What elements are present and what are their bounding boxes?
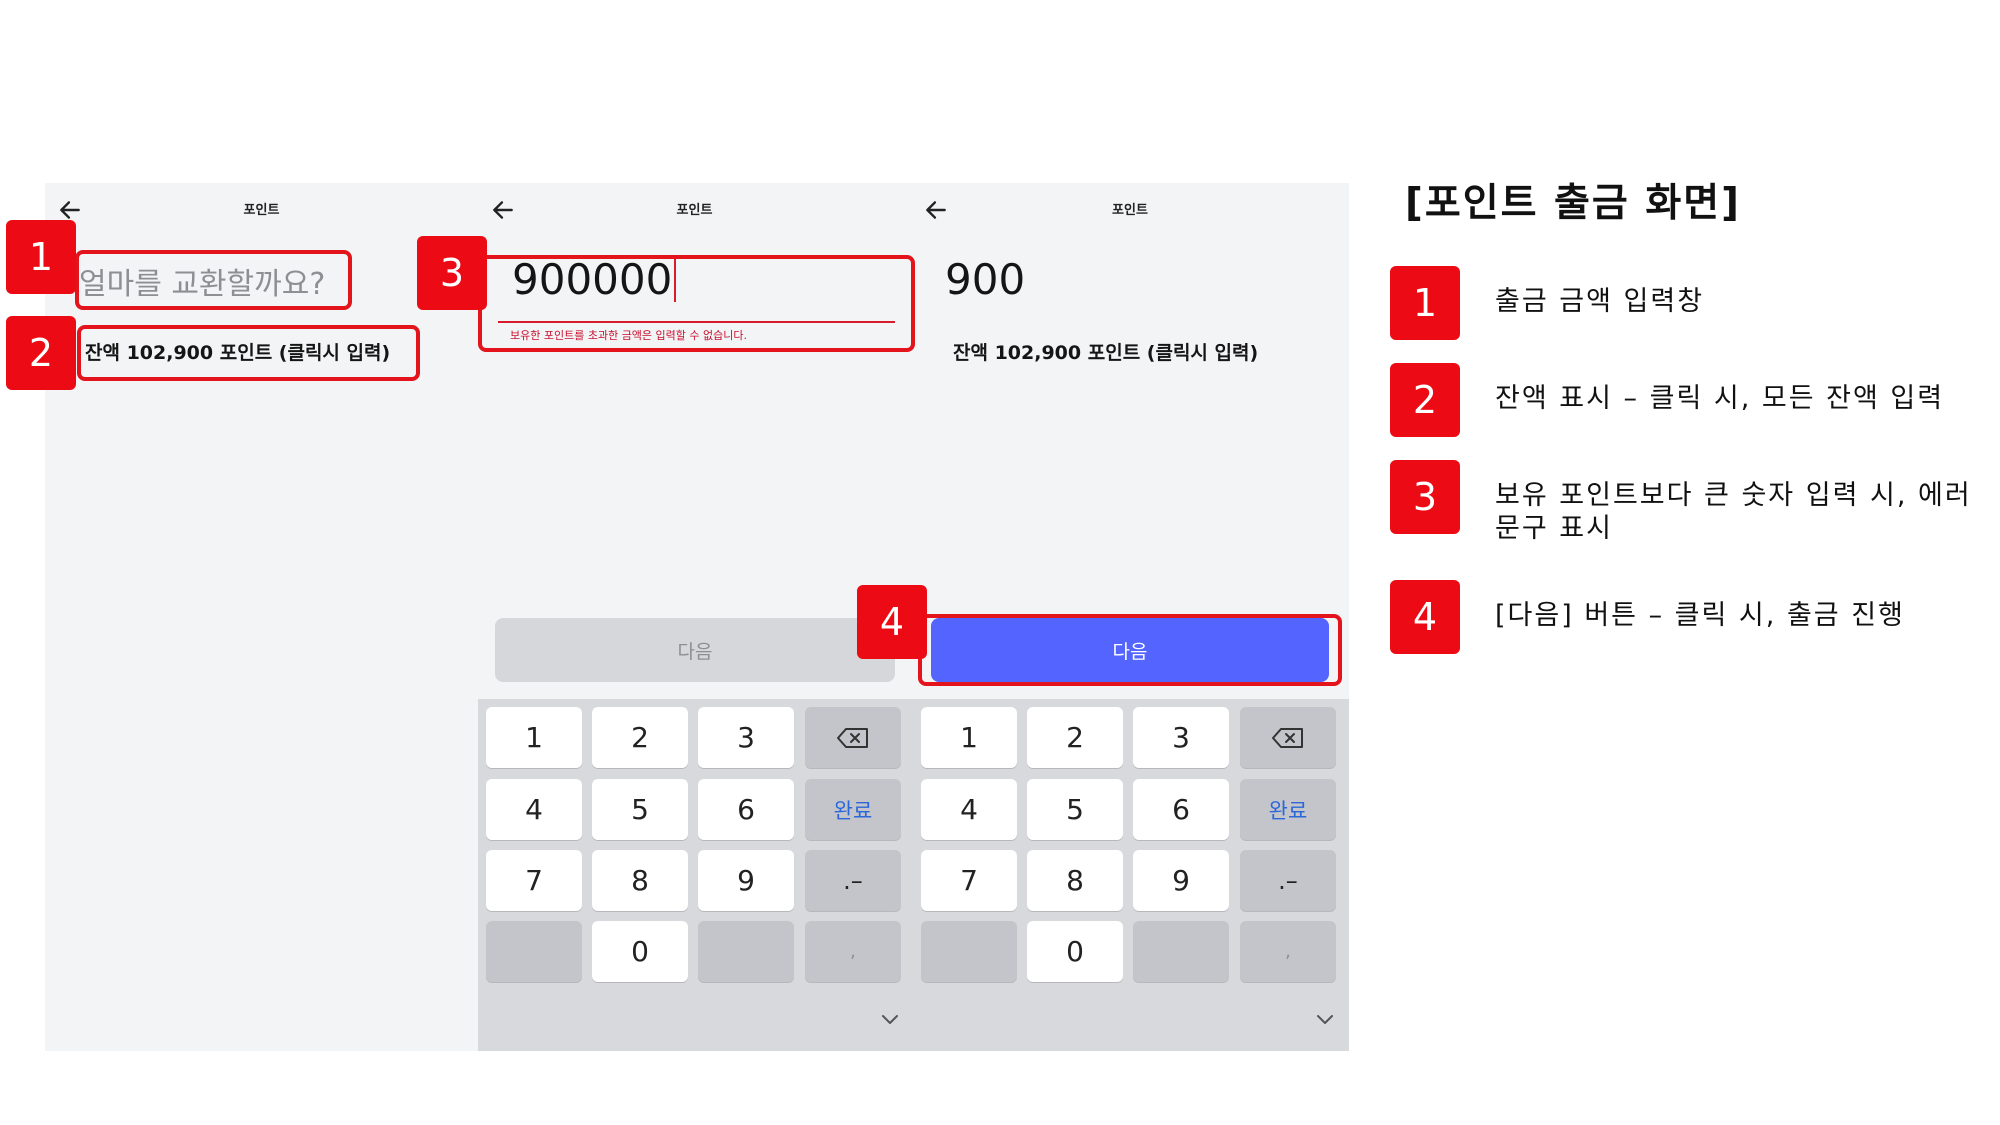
legend-text-4: [다음] 버튼 – 클릭 시, 출금 진행 [1495, 600, 1905, 631]
callout-badge-3: 3 [417, 236, 487, 310]
key-3[interactable]: 3 [698, 707, 794, 768]
key-punctuation[interactable]: .– [1240, 850, 1336, 911]
amount-input[interactable]: 900 [945, 255, 1025, 304]
key-blank [698, 921, 794, 982]
key-comma[interactable]: , [805, 921, 901, 982]
key-6[interactable]: 6 [1133, 779, 1229, 840]
key-4[interactable]: 4 [921, 779, 1017, 840]
balance-link[interactable]: 잔액 102,900 포인트 (클릭시 입력) [953, 338, 1258, 365]
screen-empty-input: 포인트 얼마를 교환할까요? 잔액 102,900 포인트 (클릭시 입력) [45, 183, 478, 1051]
next-button-disabled[interactable]: 다음 [495, 618, 895, 682]
callout-badge-4: 4 [857, 585, 927, 659]
callout-badge-1: 1 [6, 220, 76, 294]
key-1[interactable]: 1 [486, 707, 582, 768]
panel-title: [포인트 출금 화면] [1405, 181, 1741, 226]
legend-text-2: 잔액 표시 – 클릭 시, 모든 잔액 입력 [1495, 383, 1945, 414]
key-blank [921, 921, 1017, 982]
callout-box-next-button [918, 614, 1342, 686]
key-9[interactable]: 9 [698, 850, 794, 911]
page-title: 포인트 [243, 203, 280, 218]
key-backspace[interactable] [1240, 707, 1336, 768]
backspace-icon [1272, 727, 1303, 748]
legend-text-1: 출금 금액 입력창 [1495, 286, 1705, 317]
key-0[interactable]: 0 [592, 921, 688, 982]
legend-text-3: 보유 포인트보다 큰 숫자 입력 시, 에러 문구 표시 [1495, 480, 1972, 544]
callout-box-balance [77, 325, 420, 381]
legend-badge-4: 4 [1390, 580, 1460, 654]
callout-box-error [478, 255, 915, 352]
top-bar: 포인트 [45, 183, 478, 237]
key-6[interactable]: 6 [698, 779, 794, 840]
key-done[interactable]: 완료 [1240, 779, 1336, 840]
key-2[interactable]: 2 [1027, 707, 1123, 768]
key-5[interactable]: 5 [592, 779, 688, 840]
top-bar: 포인트 [911, 183, 1349, 237]
legend-badge-2: 2 [1390, 363, 1460, 437]
page-title: 포인트 [1112, 203, 1148, 218]
callout-badge-2: 2 [6, 316, 76, 390]
chevron-down-icon[interactable] [880, 1013, 900, 1027]
key-5[interactable]: 5 [1027, 779, 1123, 840]
chevron-down-icon[interactable] [1315, 1013, 1335, 1027]
backspace-icon [837, 727, 868, 748]
key-blank [486, 921, 582, 982]
key-0[interactable]: 0 [1027, 921, 1123, 982]
numeric-keyboard: 1 2 3 4 5 6 완료 7 8 9 .– 0 , [478, 699, 911, 1051]
key-3[interactable]: 3 [1133, 707, 1229, 768]
page-title: 포인트 [676, 203, 713, 218]
numeric-keyboard: 1 2 3 4 5 6 완료 7 8 9 .– 0 , [911, 699, 1349, 1051]
key-2[interactable]: 2 [592, 707, 688, 768]
legend-badge-1: 1 [1390, 266, 1460, 340]
legend-badge-3: 3 [1390, 460, 1460, 534]
key-backspace[interactable] [805, 707, 901, 768]
key-comma[interactable]: , [1240, 921, 1336, 982]
key-8[interactable]: 8 [592, 850, 688, 911]
top-bar: 포인트 [478, 183, 911, 237]
key-4[interactable]: 4 [486, 779, 582, 840]
key-punctuation[interactable]: .– [805, 850, 901, 911]
key-done[interactable]: 완료 [805, 779, 901, 840]
key-7[interactable]: 7 [486, 850, 582, 911]
key-7[interactable]: 7 [921, 850, 1017, 911]
callout-box-amount-input [75, 250, 352, 310]
key-8[interactable]: 8 [1027, 850, 1123, 911]
key-1[interactable]: 1 [921, 707, 1017, 768]
key-blank [1133, 921, 1229, 982]
key-9[interactable]: 9 [1133, 850, 1229, 911]
